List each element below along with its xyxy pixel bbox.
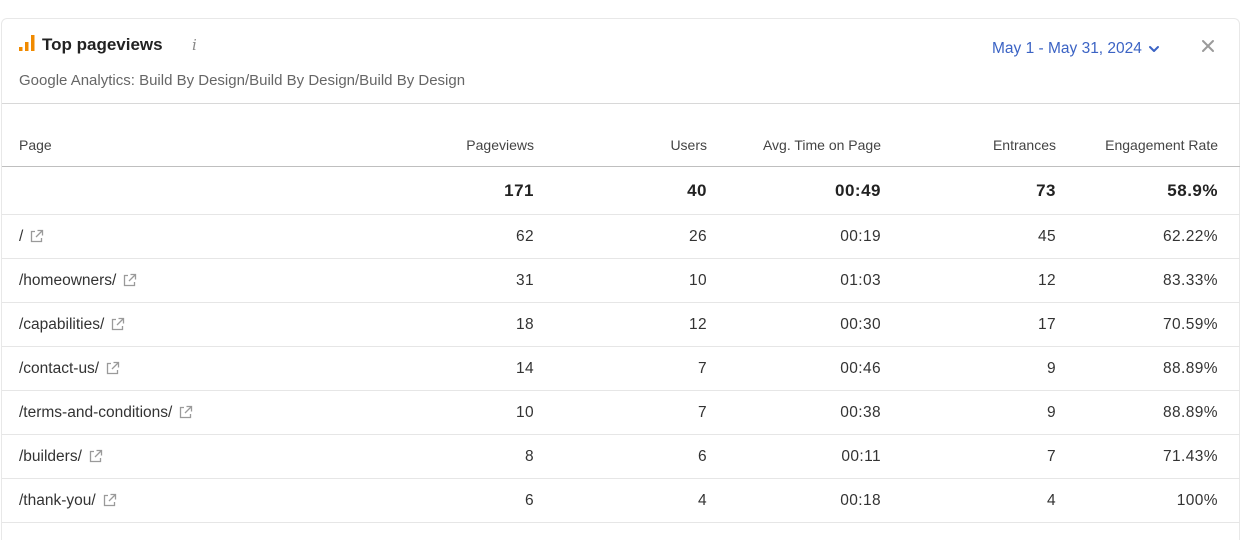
table-row: /terms-and-conditions/10 7 00:38 9 88.89% [2, 391, 1240, 435]
pageviews-cell: 31 [515, 271, 534, 289]
page-path-link[interactable]: /contact-us/ [19, 360, 99, 378]
page-cell: /thank-you/ [19, 479, 117, 522]
page-path-link[interactable]: /homeowners/ [19, 272, 116, 290]
column-header-page[interactable]: Page [19, 124, 52, 166]
pageviews-cell: 6 [524, 491, 534, 509]
avg-time-cell: 00:18 [840, 491, 881, 509]
entrances-cell: 7 [1046, 447, 1056, 465]
external-link-icon[interactable] [178, 405, 193, 420]
table-row: / 62 26 00:19 45 62.22% [2, 215, 1240, 259]
date-range-dropdown[interactable]: May 1 - May 31, 2024 [992, 39, 1160, 59]
table-row: /contact-us/14 7 00:46 9 88.89% [2, 347, 1240, 391]
external-link-icon[interactable] [29, 229, 44, 244]
total-engagement-rate: 58.9% [1167, 180, 1218, 200]
chevron-down-icon [1148, 46, 1159, 52]
engagement-rate-cell: 83.33% [1163, 271, 1218, 289]
external-link-icon[interactable] [122, 273, 137, 288]
page-path-link[interactable]: /capabilities/ [19, 316, 104, 334]
page-cell: / [19, 215, 44, 258]
total-avg-time: 00:49 [835, 180, 881, 200]
engagement-rate-cell: 88.89% [1163, 403, 1218, 421]
users-cell: 26 [688, 227, 707, 245]
avg-time-cell: 01:03 [840, 271, 881, 289]
page-path-link[interactable]: /thank-you/ [19, 492, 96, 510]
info-icon[interactable]: i [192, 35, 197, 55]
page-cell: /builders/ [19, 435, 103, 478]
external-link-icon[interactable] [88, 449, 103, 464]
table-header-row: Page Pageviews Users Avg. Time on Page E… [2, 124, 1240, 167]
pageviews-cell: 62 [515, 227, 534, 245]
pageviews-cell: 8 [524, 447, 534, 465]
engagement-rate-cell: 62.22% [1163, 227, 1218, 245]
entrances-cell: 12 [1037, 271, 1056, 289]
table-row: /builders/8 6 00:11 7 71.43% [2, 435, 1240, 479]
close-icon[interactable] [1200, 38, 1216, 54]
totals-row: 171 40 00:49 73 58.9% [2, 167, 1240, 215]
pageviews-cell: 18 [515, 315, 534, 333]
column-header-entrances[interactable]: Entrances [993, 124, 1056, 166]
page-cell: /capabilities/ [19, 303, 125, 346]
engagement-rate-cell: 71.43% [1163, 447, 1218, 465]
bar-chart-icon [19, 35, 35, 51]
widget-title: Top pageviews [42, 35, 163, 54]
engagement-rate-cell: 70.59% [1163, 315, 1218, 333]
users-cell: 12 [688, 315, 707, 333]
table-row: /thank-you/6 4 00:18 4 100% [2, 479, 1240, 523]
table-row: /homeowners/31 10 01:03 12 83.33% [2, 259, 1240, 303]
users-cell: 7 [697, 359, 707, 377]
table-row: /capabilities/18 12 00:30 17 70.59% [2, 303, 1240, 347]
date-range-label: May 1 - May 31, 2024 [992, 40, 1142, 57]
entrances-cell: 4 [1046, 491, 1056, 509]
users-cell: 7 [697, 403, 707, 421]
total-pageviews: 171 [504, 180, 534, 200]
page-cell: /contact-us/ [19, 347, 120, 390]
widget-subtitle: Google Analytics: Build By Design/Build … [19, 72, 466, 89]
column-header-engagement-rate[interactable]: Engagement Rate [1105, 124, 1218, 166]
entrances-cell: 45 [1037, 227, 1056, 245]
external-link-icon[interactable] [110, 317, 125, 332]
header-divider [2, 103, 1240, 104]
entrances-cell: 17 [1037, 315, 1056, 333]
page-path-link[interactable]: /builders/ [19, 448, 82, 466]
users-cell: 4 [697, 491, 707, 509]
users-cell: 6 [697, 447, 707, 465]
page-cell: /terms-and-conditions/ [19, 391, 193, 434]
engagement-rate-cell: 88.89% [1163, 359, 1218, 377]
pageviews-cell: 14 [515, 359, 534, 377]
total-users: 40 [687, 180, 707, 200]
avg-time-cell: 00:19 [840, 227, 881, 245]
page-path-link[interactable]: / [19, 228, 23, 246]
page-cell: /homeowners/ [19, 259, 137, 302]
entrances-cell: 9 [1046, 359, 1056, 377]
external-link-icon[interactable] [105, 361, 120, 376]
external-link-icon[interactable] [102, 493, 117, 508]
column-header-avg-time[interactable]: Avg. Time on Page [763, 124, 881, 166]
column-header-users[interactable]: Users [670, 124, 707, 166]
entrances-cell: 9 [1046, 403, 1056, 421]
column-header-pageviews[interactable]: Pageviews [466, 124, 534, 166]
users-cell: 10 [688, 271, 707, 289]
avg-time-cell: 00:30 [840, 315, 881, 333]
avg-time-cell: 00:38 [840, 403, 881, 421]
avg-time-cell: 00:11 [841, 447, 881, 465]
total-entrances: 73 [1036, 180, 1056, 200]
page-path-link[interactable]: /terms-and-conditions/ [19, 404, 172, 422]
pageviews-cell: 10 [515, 403, 534, 421]
engagement-rate-cell: 100% [1176, 491, 1218, 509]
avg-time-cell: 00:46 [840, 359, 881, 377]
